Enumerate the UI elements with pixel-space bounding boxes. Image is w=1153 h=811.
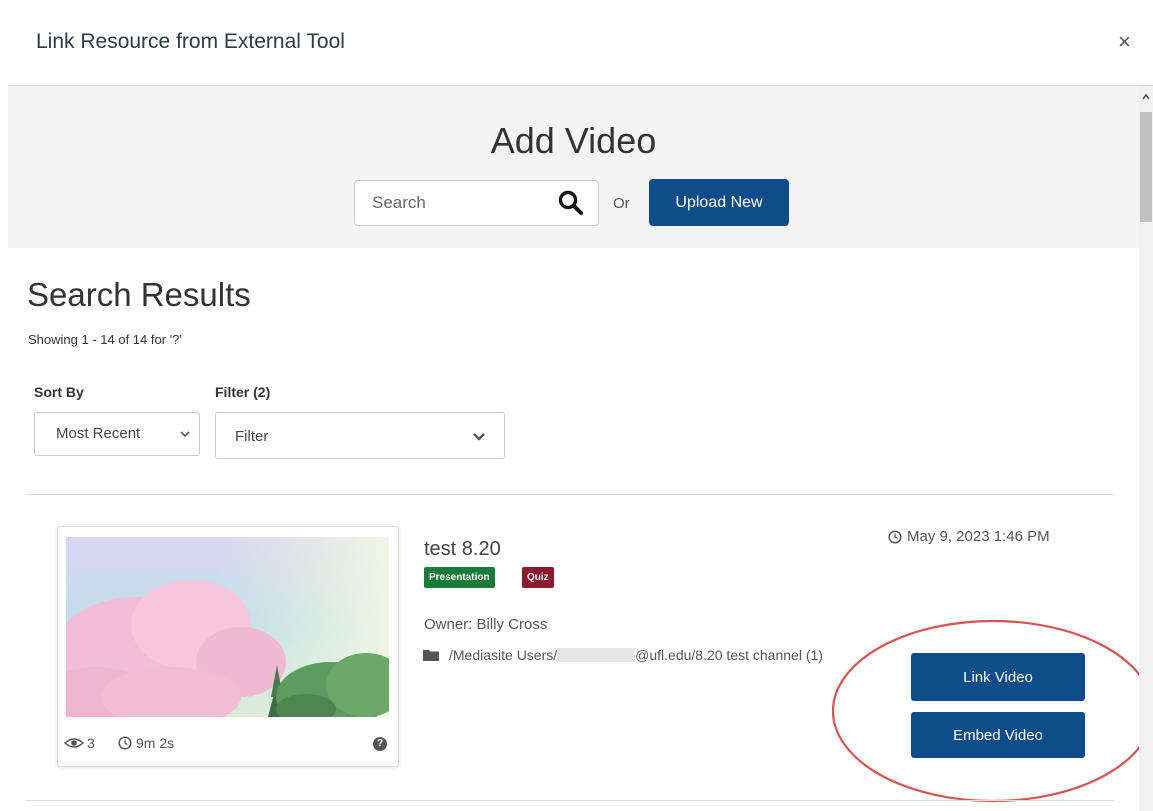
date-value: May 9, 2023 1:46 PM (907, 528, 1050, 545)
tool-frame: Add Video Or Upload New Search Results S… (8, 86, 1153, 811)
page-title: Add Video (490, 120, 657, 161)
video-duration: 9m 2s (118, 735, 174, 751)
duration-value: 9m 2s (136, 735, 175, 751)
search-results-heading: Search Results (27, 276, 251, 313)
upload-new-button[interactable]: Upload New (649, 179, 789, 226)
search-input[interactable] (356, 182, 552, 224)
folder-path: /Mediasite Users/ @ufl.edu/8.20 test chan… (423, 644, 831, 666)
close-icon[interactable]: × (1118, 30, 1131, 54)
scroll-up-icon[interactable] (1141, 92, 1151, 102)
results-count: Showing 1 - 14 of 14 for '?' (28, 332, 182, 347)
quiz-badge: Quiz (522, 567, 554, 588)
link-video-button[interactable]: Link Video (911, 653, 1085, 701)
filter-label: Filter (2) (215, 384, 271, 400)
sort-by-label: Sort By (34, 384, 84, 400)
clock-icon (118, 736, 132, 750)
eye-icon (64, 738, 84, 748)
search-icon[interactable] (557, 189, 585, 217)
clock-icon (888, 529, 902, 544)
scrollbar-thumb[interactable] (1140, 112, 1152, 222)
view-count-value: 3 (87, 735, 95, 751)
filter-select-value: Filter (235, 428, 269, 445)
annotation-ellipse (831, 619, 1153, 803)
view-count: 3 (64, 735, 95, 751)
video-thumbnail[interactable] (66, 537, 389, 717)
presentation-date: May 9, 2023 1:46 PM (888, 528, 1050, 545)
presentation-badge: Presentation (424, 567, 495, 588)
owner-text: Owner: Billy Cross (424, 616, 548, 633)
scrollbar[interactable] (1139, 86, 1153, 811)
results-divider (26, 494, 1114, 495)
sort-select[interactable]: Most Recent (34, 412, 200, 456)
presentation-title: test 8.20 (424, 538, 501, 560)
dialog-title: Link Resource from External Tool (36, 30, 345, 53)
chevron-down-icon (180, 431, 190, 438)
chevron-down-icon (473, 433, 485, 441)
results-bottom-divider (26, 800, 1114, 801)
header-band: Add Video Or Upload New (8, 86, 1139, 248)
folder-path-end: @ufl.edu/8.20 test channel (1) (635, 647, 823, 663)
redacted-text (557, 648, 636, 662)
help-icon[interactable]: ? (373, 737, 387, 751)
result-thumbnail-card: 3 9m 2s ? (57, 526, 399, 767)
filter-select[interactable]: Filter (215, 412, 505, 459)
sort-select-value: Most Recent (56, 425, 141, 442)
folder-path-start: /Mediasite Users/ (449, 647, 558, 663)
or-text: Or (613, 195, 630, 212)
search-box (354, 180, 599, 226)
embed-video-button[interactable]: Embed Video (911, 712, 1085, 758)
folder-icon (423, 650, 439, 661)
